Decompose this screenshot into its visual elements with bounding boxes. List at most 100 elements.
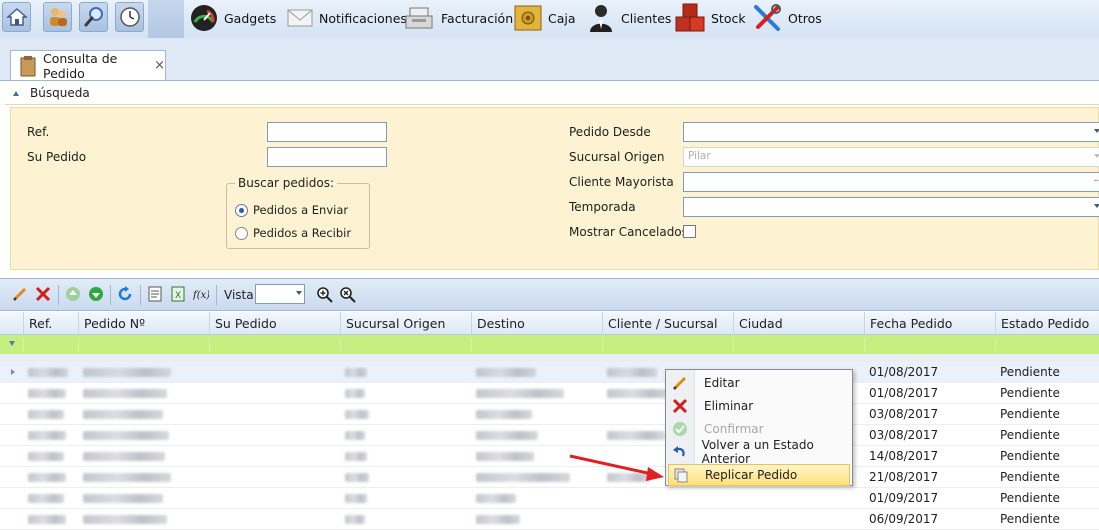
table-cell-redacted: [23, 425, 78, 446]
radio-label: Pedidos a Recibir: [253, 226, 352, 240]
search-section-header[interactable]: Búsqueda: [5, 82, 1099, 105]
table-row[interactable]: 01/08/2017 Pendiente: [0, 383, 1099, 404]
table-row[interactable]: 01/08/2017 Pendiente: [0, 362, 1099, 383]
table-row[interactable]: 03/08/2017 Pendiente: [0, 425, 1099, 446]
fecha-pedido-cell: 01/09/2017: [869, 491, 939, 505]
table-cell-redacted: [340, 446, 471, 467]
clock-icon[interactable]: [115, 2, 144, 32]
table-cell-redacted: [23, 446, 78, 467]
filter-row[interactable]: [0, 335, 1099, 354]
menu-item-replicar-pedido[interactable]: Replicar Pedido: [668, 464, 850, 486]
cliente-mayorista-label: Cliente Mayorista: [569, 175, 674, 189]
table-row[interactable]: 14/08/2017 Pendiente: [0, 446, 1099, 467]
redacted-text: [28, 473, 66, 482]
estado-pedido-cell: Pendiente: [1000, 470, 1060, 484]
sucursal-origen-label: Sucursal Origen: [569, 150, 665, 164]
menu-item-editar[interactable]: Editar: [668, 372, 850, 394]
menu-item-label: Volver a un Estado Anterior: [701, 438, 814, 466]
move-down-icon[interactable]: [88, 286, 104, 302]
col-header-fecha-pedido[interactable]: Fecha Pedido: [864, 312, 995, 335]
col-header-sucursal-origen[interactable]: Sucursal Origen: [340, 312, 471, 335]
col-header-pedido-no[interactable]: Pedido Nº: [78, 312, 209, 335]
menu-label: Caja: [548, 10, 576, 26]
menu-item-eliminar[interactable]: Eliminar: [668, 395, 850, 417]
su-pedido-input[interactable]: [267, 147, 387, 167]
tools-icon: [751, 2, 783, 34]
move-up-icon[interactable]: [65, 286, 81, 302]
ellipsis-button[interactable]: ...: [1093, 173, 1099, 184]
home-icon[interactable]: [2, 2, 31, 32]
search-section-title: Búsqueda: [30, 86, 90, 100]
edit-pencil-icon[interactable]: [12, 286, 28, 302]
table-cell-redacted: [471, 509, 602, 530]
col-header-estado-pedido[interactable]: Estado Pedido: [995, 312, 1099, 335]
col-header-cliente-sucursal[interactable]: Cliente / Sucursal: [602, 312, 733, 335]
col-header-ciudad[interactable]: Ciudad: [733, 312, 864, 335]
menu-notificaciones[interactable]: Notificaciones: [286, 3, 407, 33]
report-icon[interactable]: [147, 286, 163, 302]
zoom-reset-icon[interactable]: [339, 286, 356, 303]
menu-stock[interactable]: Stock: [674, 3, 746, 33]
radio-pedidos-recibir[interactable]: Pedidos a Recibir: [235, 226, 351, 240]
col-header-destino[interactable]: Destino: [471, 312, 602, 335]
redacted-text: [345, 515, 365, 524]
delete-x-icon[interactable]: [35, 286, 51, 302]
zoom-in-icon[interactable]: [316, 286, 333, 303]
export-excel-icon[interactable]: X: [170, 286, 186, 302]
formula-icon[interactable]: f(x): [193, 286, 209, 302]
menu-label: Clientes: [621, 10, 672, 26]
filter-icon[interactable]: [9, 341, 15, 346]
menu-clientes[interactable]: Clientes: [586, 3, 671, 33]
annotation-arrow: [569, 454, 664, 481]
table-row[interactable]: 06/09/2017 Pendiente: [0, 509, 1099, 530]
temporada-combo[interactable]: [683, 197, 1099, 217]
table-cell-redacted: [209, 467, 340, 488]
undo-icon: [668, 444, 690, 460]
table-row[interactable]: 21/08/2017 Pendiente: [0, 467, 1099, 488]
buscar-pedidos-label: Buscar pedidos:: [235, 176, 337, 190]
close-icon[interactable]: ×: [154, 58, 165, 73]
menu-item-volver-estado[interactable]: Volver a un Estado Anterior: [668, 438, 850, 466]
collapse-icon[interactable]: [13, 90, 19, 96]
redacted-text: [28, 452, 64, 461]
separator: [216, 285, 217, 305]
table-cell-redacted: [23, 362, 78, 383]
group-panel-spacer: [0, 354, 1099, 362]
search-icon[interactable]: [79, 2, 108, 32]
estado-pedido-cell: Pendiente: [1000, 449, 1060, 463]
users-icon[interactable]: [43, 2, 72, 32]
menu-label: Otros: [788, 10, 822, 26]
mostrar-cancelados-checkbox[interactable]: [683, 225, 696, 238]
separator: [110, 285, 111, 305]
menu-facturacion[interactable]: Facturación: [402, 3, 513, 33]
vista-combo[interactable]: [255, 284, 305, 304]
tab-consulta-pedido[interactable]: Consulta de Pedido ×: [10, 50, 166, 81]
dropdown-arrow-icon: [1094, 129, 1099, 133]
table-cell-redacted: [340, 362, 471, 383]
table-row[interactable]: 01/09/2017 Pendiente: [0, 488, 1099, 509]
redacted-text: [476, 431, 538, 440]
table-cell-redacted: [78, 404, 209, 425]
refresh-icon[interactable]: [117, 286, 133, 302]
col-header-su-pedido[interactable]: Su Pedido: [209, 312, 340, 335]
menu-otros[interactable]: Otros: [751, 3, 822, 33]
ref-input[interactable]: [267, 122, 387, 142]
radio-pedidos-enviar[interactable]: Pedidos a Enviar: [235, 203, 348, 217]
redacted-text: [83, 389, 167, 398]
col-header-ref[interactable]: Ref.: [23, 312, 78, 335]
separator: [140, 285, 141, 305]
redacted-text: [28, 515, 66, 524]
menu-caja[interactable]: Caja: [513, 3, 576, 33]
main-toolbar: Gadgets Notificaciones Facturación Caja …: [0, 0, 1099, 39]
pedido-desde-combo[interactable]: [683, 122, 1099, 142]
radio-unchecked-icon: [235, 226, 248, 240]
menu-item-label: Confirmar: [704, 422, 764, 436]
search-panel: Ref. Su Pedido Buscar pedidos: Pedidos a…: [10, 107, 1099, 270]
grid-toolbar: X f(x) Vista: [0, 278, 1099, 311]
replicate-icon: [669, 467, 693, 483]
table-row[interactable]: 03/08/2017 Pendiente: [0, 404, 1099, 425]
cliente-mayorista-input[interactable]: ...: [683, 172, 1099, 192]
menu-gadgets[interactable]: Gadgets: [189, 3, 276, 33]
dropdown-arrow-icon: [1094, 204, 1099, 208]
boxes-icon: [674, 3, 706, 33]
